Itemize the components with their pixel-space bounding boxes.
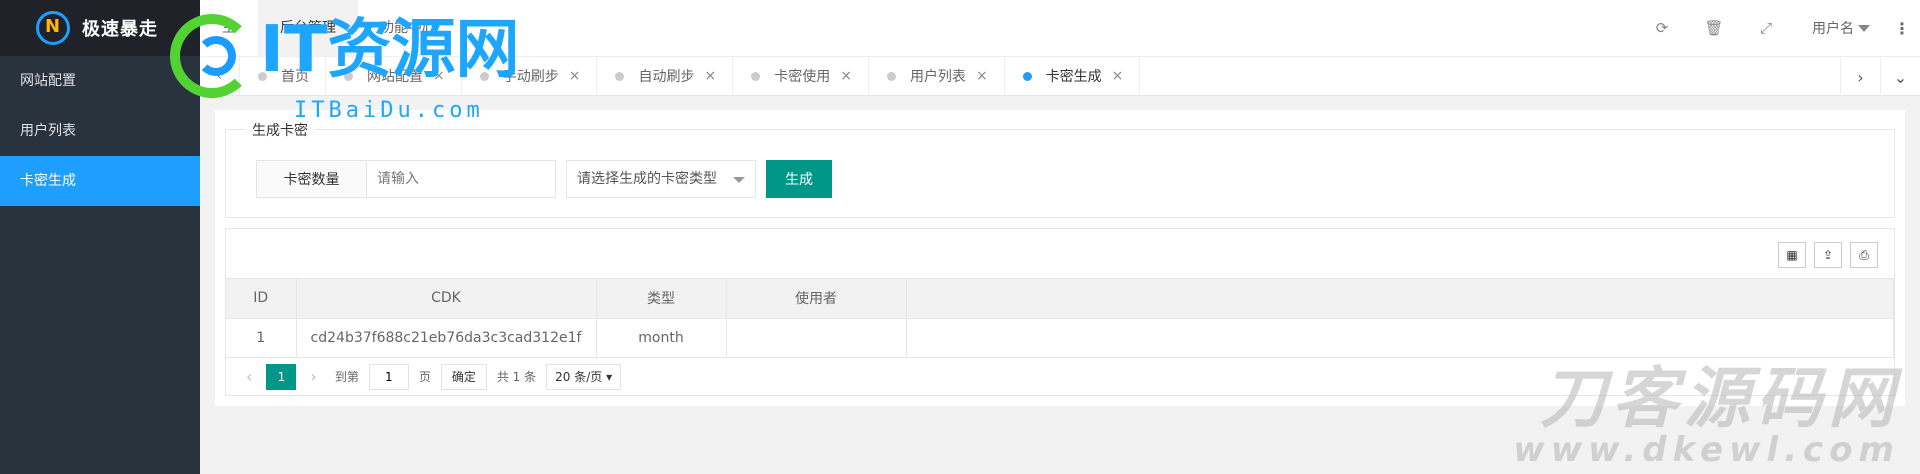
- column-header-user[interactable]: 使用者: [726, 279, 907, 319]
- goto-page-input[interactable]: [368, 363, 409, 390]
- tab-card-generate[interactable]: 卡密生成 ×: [1005, 57, 1141, 95]
- tab-dot-icon: [1022, 71, 1032, 81]
- app-name: 极速暴走: [82, 19, 158, 40]
- cell-empty: [906, 318, 1894, 358]
- goto-label: 到第: [334, 370, 359, 384]
- sidebar-item-card-generate[interactable]: 卡密生成: [0, 156, 200, 206]
- header-tools: ⟳ 🗑 ⤢ 用户名 ⋮: [1636, 0, 1920, 56]
- watermark-top-sub: ITBaiDu.com: [294, 98, 484, 123]
- form-row: 卡密数量 请选择生成的卡密类型 生成: [256, 160, 832, 198]
- goto-confirm-button[interactable]: 确定: [440, 363, 487, 390]
- column-header-empty: [906, 279, 1894, 319]
- close-icon[interactable]: ×: [704, 68, 716, 84]
- watermark-bottom-sub: www.dkewl.com: [1513, 430, 1900, 470]
- watermark-bottom-title: 刀客源码网: [1540, 360, 1900, 437]
- chevron-down-icon[interactable]: ⌄: [1880, 57, 1920, 97]
- watermark-top-title: IT资源网: [260, 13, 520, 87]
- total-count: 共 1 条: [496, 370, 537, 384]
- cell-user: [726, 318, 907, 358]
- page-unit: 页: [418, 370, 431, 384]
- trash-icon[interactable]: 🗑: [1688, 19, 1740, 37]
- cell-id: 1: [226, 318, 297, 358]
- more-vertical-icon[interactable]: ⋮: [1884, 19, 1920, 38]
- tab-dot-icon: [886, 71, 896, 81]
- user-name: 用户名: [1812, 21, 1854, 37]
- refresh-icon[interactable]: ⟳: [1636, 19, 1688, 37]
- page-size-select[interactable]: 20 条/页 ▾: [546, 363, 622, 390]
- export-icon[interactable]: ⇪: [1814, 242, 1842, 268]
- close-icon[interactable]: ×: [976, 68, 988, 84]
- tab-label: 卡密使用: [774, 69, 831, 85]
- quantity-label: 卡密数量: [256, 160, 366, 198]
- card-type-select[interactable]: 请选择生成的卡密类型: [566, 160, 756, 198]
- column-header-id[interactable]: ID: [226, 279, 297, 319]
- generate-button[interactable]: 生成: [766, 160, 832, 198]
- tab-user-list[interactable]: 用户列表 ×: [869, 57, 1005, 95]
- tab-controls: › ⌄: [1840, 57, 1920, 97]
- tab-label: 自动刷步: [638, 69, 695, 85]
- prev-page-icon[interactable]: ‹: [238, 367, 260, 386]
- column-header-cdk[interactable]: CDK: [296, 279, 597, 319]
- cell-type: month: [596, 318, 727, 358]
- tab-label: 用户列表: [909, 69, 966, 85]
- column-header-type[interactable]: 类型: [596, 279, 727, 319]
- tab-auto-step[interactable]: 自动刷步 ×: [597, 57, 734, 95]
- next-page-icon[interactable]: ›: [302, 367, 324, 386]
- chevron-right-icon[interactable]: ›: [1840, 57, 1880, 97]
- watermark-inner-ring-icon: [196, 36, 236, 76]
- print-icon[interactable]: ⎙: [1850, 242, 1878, 268]
- watermark-bottom: 刀客源码网 www.dkewl.com: [1513, 366, 1900, 469]
- user-menu[interactable]: 用户名: [1792, 18, 1884, 38]
- close-icon[interactable]: ×: [1112, 68, 1124, 84]
- quantity-input[interactable]: [366, 160, 556, 198]
- table-row[interactable]: 1 cd24b37f688c21eb76da3c3cad312e1f month: [226, 318, 1894, 358]
- data-table: ID CDK 类型 使用者 1 cd24b37f688c21eb76da3c3c…: [226, 279, 1894, 358]
- page-size-label: 20 条/页: [555, 369, 603, 384]
- tab-dot-icon: [751, 71, 761, 81]
- generate-form: 生成卡密 卡密数量 请选择生成的卡密类型 生成: [225, 120, 1895, 218]
- tab-card-use[interactable]: 卡密使用 ×: [733, 57, 869, 95]
- logo-icon: [36, 11, 70, 45]
- table-toolbar: ▦ ⇪ ⎙: [226, 229, 1894, 279]
- columns-icon[interactable]: ▦: [1778, 242, 1806, 268]
- chevron-down-icon: [1858, 24, 1870, 32]
- card-type-placeholder: 请选择生成的卡密类型: [577, 171, 717, 187]
- current-page[interactable]: 1: [266, 363, 297, 390]
- cell-cdk: cd24b37f688c21eb76da3c3cad312e1f: [296, 318, 597, 358]
- tab-dot-icon: [615, 71, 625, 81]
- tab-label: 卡密生成: [1045, 69, 1102, 85]
- chevron-down-icon: [733, 177, 745, 183]
- table-header-row: ID CDK 类型 使用者: [226, 279, 1894, 319]
- fullscreen-icon[interactable]: ⤢: [1740, 19, 1792, 37]
- watermark-top: IT资源网 ITBaiDu.com: [170, 10, 590, 130]
- close-icon[interactable]: ×: [840, 68, 852, 84]
- table-tools: ▦ ⇪ ⎙: [1770, 242, 1878, 268]
